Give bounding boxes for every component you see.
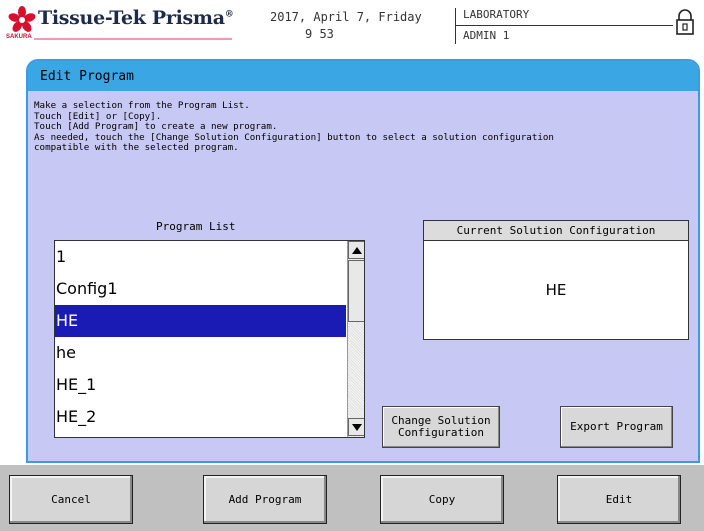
user-divider-horizontal (455, 25, 673, 26)
app-logo-text: Tissue-Tek Prisma® (38, 7, 234, 29)
user-name: ADMIN 1 (463, 29, 510, 42)
panel-title: Edit Program (28, 61, 698, 91)
copy-button[interactable]: Copy (380, 475, 504, 524)
program-list-item[interactable]: HE_2 (55, 401, 346, 433)
date-display: 2017, April 7, Friday (270, 10, 422, 24)
sakura-flower-icon (8, 6, 36, 32)
program-list-item[interactable]: HE_1 (55, 369, 346, 401)
user-divider-vertical (455, 8, 456, 44)
program-list[interactable]: 1 Config1 HE he HE_1 HE_2 (54, 240, 365, 438)
down-arrow-icon (352, 424, 362, 431)
logo-underline (34, 38, 232, 40)
footer-bar: Cancel Add Program Copy Edit (0, 465, 704, 531)
scroll-up-button[interactable] (348, 241, 364, 259)
program-list-label: Program List (156, 220, 236, 233)
instruction-line: compatible with the selected program. (34, 142, 239, 154)
padlock-icon[interactable] (674, 8, 696, 36)
program-list-item-selected[interactable]: HE (55, 305, 346, 337)
cancel-button[interactable]: Cancel (9, 475, 133, 524)
scrollbar-thumb[interactable] (348, 260, 364, 322)
scroll-down-button[interactable] (348, 418, 364, 436)
change-solution-configuration-button[interactable]: Change Solution Configuration (382, 406, 500, 448)
program-list-scrollbar[interactable] (347, 241, 364, 437)
time-display: 9 53 (305, 27, 334, 41)
laboratory-name: LABORATORY (463, 8, 530, 21)
edit-program-panel: Edit Program Make a selection from the P… (26, 59, 700, 463)
program-list-item[interactable]: 1 (55, 241, 346, 273)
current-solution-header: Current Solution Configuration (424, 221, 688, 241)
up-arrow-icon (352, 247, 362, 254)
edit-button[interactable]: Edit (557, 475, 681, 524)
add-program-button[interactable]: Add Program (203, 475, 327, 524)
instructions-text: Make a selection from the Program List. … (34, 100, 694, 154)
button-label-line: Configuration (397, 426, 485, 439)
instruction-line: Make a selection from the Program List. (34, 100, 250, 111)
program-list-item[interactable]: Config1 (55, 273, 346, 305)
current-solution-box: Current Solution Configuration HE (423, 220, 689, 340)
export-program-button[interactable]: Export Program (560, 406, 673, 448)
current-solution-value: HE (545, 281, 567, 299)
header-bar: Tissue-Tek Prisma® SAKURA 2017, April 7,… (0, 0, 704, 48)
program-list-item[interactable]: he (55, 337, 346, 369)
